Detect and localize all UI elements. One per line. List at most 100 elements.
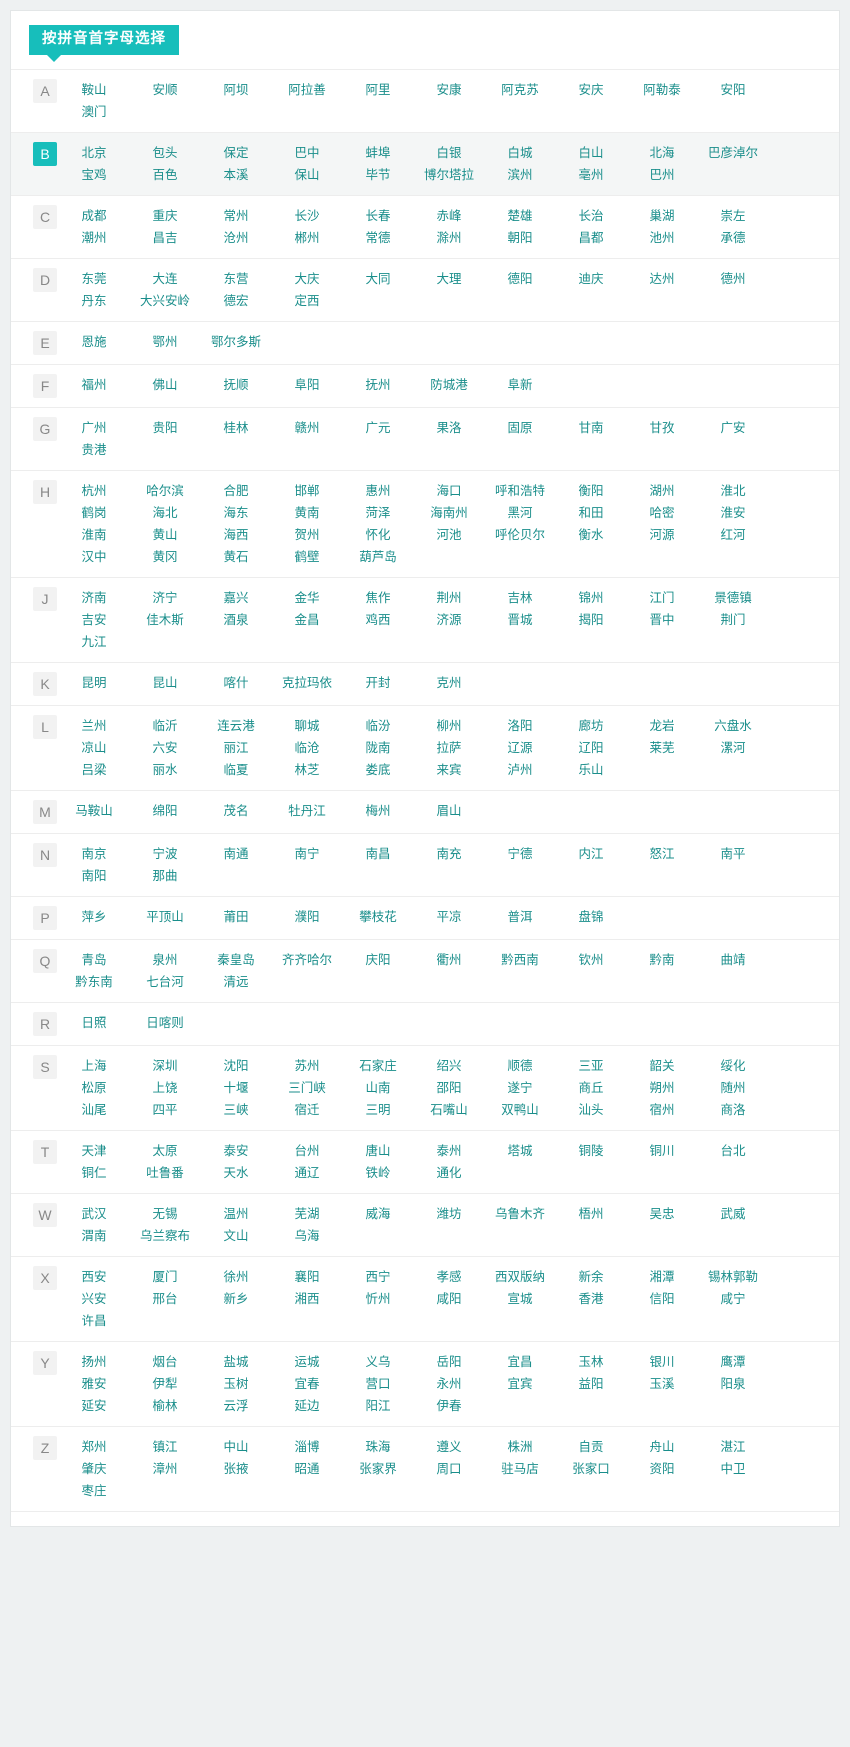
city-link[interactable]: 塔城 <box>489 1140 551 1162</box>
city-link[interactable]: 金华 <box>276 587 338 609</box>
city-link[interactable]: 阿拉善 <box>276 79 338 101</box>
city-link[interactable]: 淮南 <box>63 524 125 546</box>
city-link[interactable]: 柳州 <box>418 715 480 737</box>
city-link[interactable]: 海南州 <box>418 502 480 524</box>
city-link[interactable]: 巴彦淖尔 <box>702 142 764 164</box>
letter-chip-q[interactable]: Q <box>33 948 57 973</box>
city-link[interactable]: 玉溪 <box>631 1373 693 1395</box>
city-link[interactable]: 泉州 <box>134 949 196 971</box>
city-link[interactable]: 临沧 <box>276 737 338 759</box>
city-link[interactable]: 白城 <box>489 142 551 164</box>
city-link[interactable]: 阿里 <box>347 79 409 101</box>
city-link[interactable]: 扬州 <box>63 1351 125 1373</box>
city-link[interactable]: 阿坝 <box>205 79 267 101</box>
city-link[interactable]: 林芝 <box>276 759 338 781</box>
city-link[interactable]: 延边 <box>276 1395 338 1417</box>
city-link[interactable]: 成都 <box>63 205 125 227</box>
city-link[interactable]: 石家庄 <box>347 1055 409 1077</box>
city-link[interactable]: 淄博 <box>276 1436 338 1458</box>
city-link[interactable]: 宜春 <box>276 1373 338 1395</box>
city-link[interactable]: 廊坊 <box>560 715 622 737</box>
letter-chip-a[interactable]: A <box>33 78 57 103</box>
city-link[interactable]: 玉树 <box>205 1373 267 1395</box>
letter-chip-s[interactable]: S <box>33 1054 57 1079</box>
city-link[interactable]: 吴忠 <box>631 1203 693 1225</box>
city-link[interactable]: 新乡 <box>205 1288 267 1310</box>
city-link[interactable]: 黔东南 <box>63 971 125 993</box>
city-link[interactable]: 邢台 <box>134 1288 196 1310</box>
city-link[interactable]: 连云港 <box>205 715 267 737</box>
city-link[interactable]: 南阳 <box>63 865 125 887</box>
city-link[interactable]: 咸宁 <box>702 1288 764 1310</box>
city-link[interactable]: 济源 <box>418 609 480 631</box>
city-link[interactable]: 滁州 <box>418 227 480 249</box>
city-link[interactable]: 平凉 <box>418 906 480 928</box>
city-link[interactable]: 铁岭 <box>347 1162 409 1184</box>
city-link[interactable]: 巴中 <box>276 142 338 164</box>
city-link[interactable]: 那曲 <box>134 865 196 887</box>
city-link[interactable]: 黑河 <box>489 502 551 524</box>
city-link[interactable]: 湘西 <box>276 1288 338 1310</box>
city-link[interactable]: 普洱 <box>489 906 551 928</box>
city-link[interactable]: 迪庆 <box>560 268 622 290</box>
city-link[interactable]: 张掖 <box>205 1458 267 1480</box>
letter-chip-b[interactable]: B <box>33 141 57 166</box>
city-link[interactable]: 合肥 <box>205 480 267 502</box>
city-link[interactable]: 昆山 <box>134 672 196 694</box>
city-link[interactable]: 兰州 <box>63 715 125 737</box>
city-link[interactable]: 重庆 <box>134 205 196 227</box>
city-link[interactable]: 马鞍山 <box>63 800 125 822</box>
city-link[interactable]: 池州 <box>631 227 693 249</box>
city-link[interactable]: 龙岩 <box>631 715 693 737</box>
city-link[interactable]: 焦作 <box>347 587 409 609</box>
city-link[interactable]: 桂林 <box>205 417 267 439</box>
city-link[interactable]: 山南 <box>347 1077 409 1099</box>
city-link[interactable]: 张家界 <box>347 1458 409 1480</box>
city-link[interactable]: 临夏 <box>205 759 267 781</box>
city-link[interactable]: 潍坊 <box>418 1203 480 1225</box>
city-link[interactable]: 雅安 <box>63 1373 125 1395</box>
city-link[interactable]: 宿州 <box>631 1099 693 1121</box>
city-link[interactable]: 北海 <box>631 142 693 164</box>
city-link[interactable]: 湖州 <box>631 480 693 502</box>
city-link[interactable]: 河池 <box>418 524 480 546</box>
city-link[interactable]: 淮北 <box>702 480 764 502</box>
city-link[interactable]: 达州 <box>631 268 693 290</box>
city-link[interactable]: 攀枝花 <box>347 906 409 928</box>
city-link[interactable]: 宁波 <box>134 843 196 865</box>
city-link[interactable]: 伊春 <box>418 1395 480 1417</box>
city-link[interactable]: 六安 <box>134 737 196 759</box>
city-link[interactable]: 开封 <box>347 672 409 694</box>
city-link[interactable]: 鸡西 <box>347 609 409 631</box>
city-link[interactable]: 甘孜 <box>631 417 693 439</box>
city-link[interactable]: 昌都 <box>560 227 622 249</box>
city-link[interactable]: 深圳 <box>134 1055 196 1077</box>
city-link[interactable]: 肇庆 <box>63 1458 125 1480</box>
city-link[interactable]: 南京 <box>63 843 125 865</box>
city-link[interactable]: 黔南 <box>631 949 693 971</box>
city-link[interactable]: 克拉玛依 <box>276 672 338 694</box>
city-link[interactable]: 芜湖 <box>276 1203 338 1225</box>
city-link[interactable]: 吉林 <box>489 587 551 609</box>
city-link[interactable]: 贺州 <box>276 524 338 546</box>
city-link[interactable]: 云浮 <box>205 1395 267 1417</box>
city-link[interactable]: 营口 <box>347 1373 409 1395</box>
city-link[interactable]: 上饶 <box>134 1077 196 1099</box>
city-link[interactable]: 晋城 <box>489 609 551 631</box>
city-link[interactable]: 黄石 <box>205 546 267 568</box>
city-link[interactable]: 庆阳 <box>347 949 409 971</box>
city-link[interactable]: 盘锦 <box>560 906 622 928</box>
city-link[interactable]: 贵港 <box>63 439 125 461</box>
city-link[interactable]: 三峡 <box>205 1099 267 1121</box>
city-link[interactable]: 酒泉 <box>205 609 267 631</box>
city-link[interactable]: 茂名 <box>205 800 267 822</box>
city-link[interactable]: 渭南 <box>63 1225 125 1247</box>
city-link[interactable]: 宣城 <box>489 1288 551 1310</box>
city-link[interactable]: 承德 <box>702 227 764 249</box>
city-link[interactable]: 牡丹江 <box>276 800 338 822</box>
city-link[interactable]: 亳州 <box>560 164 622 186</box>
city-link[interactable]: 保定 <box>205 142 267 164</box>
city-link[interactable]: 汕尾 <box>63 1099 125 1121</box>
city-link[interactable]: 丹东 <box>63 290 125 312</box>
letter-chip-z[interactable]: Z <box>33 1435 57 1460</box>
